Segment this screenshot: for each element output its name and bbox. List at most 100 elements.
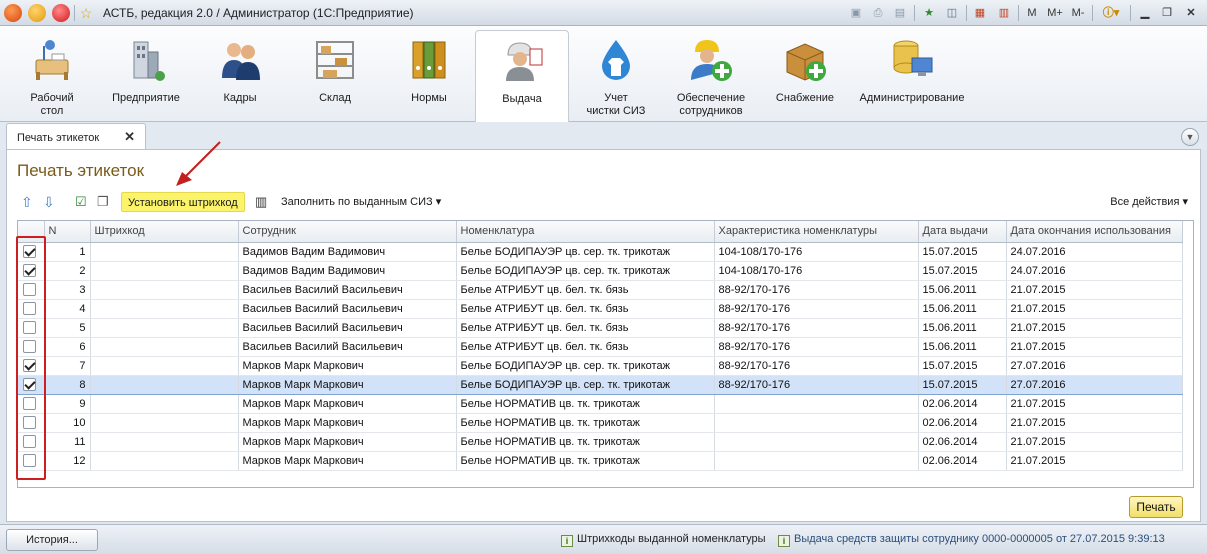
table-row[interactable]: 6 Васильев Василий Васильевич Белье АТРИБУ… (18, 337, 1183, 357)
cell-issue-date[interactable]: 02.06.2014 (918, 413, 1007, 433)
table-row[interactable]: 8 Марков Марк Маркович Белье БОДИПАУЭР цв.… (18, 374, 1183, 395)
cell-feature[interactable] (714, 394, 919, 414)
cell-issue-date[interactable]: 02.06.2014 (918, 394, 1007, 414)
cell-employee[interactable]: Марков Марк Маркович (238, 451, 457, 471)
all-actions-button[interactable]: Все действия ▾ (1110, 192, 1188, 212)
history-button[interactable]: История... (6, 529, 98, 551)
check-all-icon[interactable]: ☑ (75, 192, 91, 212)
dropdown-menu-icon[interactable] (28, 4, 46, 22)
save-icon[interactable]: ▣ (848, 4, 864, 22)
cell-barcode[interactable] (90, 356, 239, 376)
col-check[interactable] (18, 221, 45, 243)
cell-feature[interactable] (714, 413, 919, 433)
row-checkbox[interactable] (23, 435, 36, 448)
table-row[interactable]: 11 Марков Марк Маркович Белье НОРМАТИВ цв.… (18, 432, 1183, 452)
labels-table[interactable]: N Штрихкод Сотрудник Номенклатура Характ… (17, 220, 1194, 488)
row-checkbox-cell[interactable] (18, 318, 45, 338)
row-checkbox-cell[interactable] (18, 280, 45, 300)
cell-item[interactable]: Белье БОДИПАУЭР цв. сер. тк. трикотаж (456, 242, 715, 262)
row-checkbox[interactable] (23, 283, 36, 296)
cell-issue-date[interactable]: 15.06.2011 (918, 280, 1007, 300)
row-checkbox-cell[interactable] (18, 242, 45, 262)
cell-feature[interactable]: 88-92/170-176 (714, 356, 919, 376)
section-personnel[interactable]: Кадры (202, 30, 278, 120)
section-enterprise[interactable]: Предприятие (108, 30, 184, 120)
section-staff-supply[interactable]: Обеспечение сотрудников (670, 30, 752, 120)
col-employee[interactable]: Сотрудник (238, 221, 457, 243)
cell-n[interactable]: 11 (44, 432, 91, 452)
cell-employee[interactable]: Вадимов Вадим Вадимович (238, 242, 457, 262)
tabs-menu-chevron-icon[interactable]: ▼ (1181, 128, 1199, 146)
memory-plus-button[interactable]: M+ (1044, 4, 1066, 22)
cell-issue-date[interactable]: 15.07.2015 (918, 356, 1007, 376)
table-row[interactable]: 4 Васильев Василий Васильевич Белье АТРИБУ… (18, 299, 1183, 319)
cell-barcode[interactable] (90, 242, 239, 262)
memory-button[interactable]: M (1024, 4, 1040, 22)
preview-icon[interactable]: ▤ (892, 4, 908, 22)
cell-issue-date[interactable]: 15.07.2015 (918, 374, 1007, 395)
row-checkbox[interactable] (23, 245, 36, 258)
table-row[interactable]: 12 Марков Марк Маркович Белье НОРМАТИВ цв.… (18, 451, 1183, 471)
cell-item[interactable]: Белье НОРМАТИВ цв. тк. трикотаж (456, 413, 715, 433)
col-item[interactable]: Номенклатура (456, 221, 715, 243)
cell-item[interactable]: Белье НОРМАТИВ цв. тк. трикотаж (456, 394, 715, 414)
col-end-date[interactable]: Дата окончания использования (1006, 221, 1183, 243)
row-checkbox[interactable] (23, 321, 36, 334)
cell-feature[interactable]: 88-92/170-176 (714, 374, 919, 395)
cell-barcode[interactable] (90, 280, 239, 300)
cell-employee[interactable]: Васильев Василий Васильевич (238, 299, 457, 319)
tab-close-icon[interactable]: ✕ (124, 129, 135, 145)
table-row[interactable]: 7 Марков Марк Маркович Белье БОДИПАУЭР цв.… (18, 356, 1183, 376)
status-link-document[interactable]: i Выдача средств защиты сотруднику 0000-0… (778, 533, 1165, 547)
row-checkbox[interactable] (23, 264, 36, 277)
cell-issue-date[interactable]: 02.06.2014 (918, 432, 1007, 452)
cell-end-date[interactable]: 21.07.2015 (1006, 318, 1183, 338)
cell-feature[interactable] (714, 451, 919, 471)
favorites-star-icon[interactable]: ☆ (78, 4, 94, 22)
close-app-icon[interactable] (52, 4, 70, 22)
row-checkbox[interactable] (23, 416, 36, 429)
cell-end-date[interactable]: 21.07.2015 (1006, 432, 1183, 452)
uncheck-all-icon[interactable]: ❐ (97, 192, 113, 212)
history-icon[interactable]: ◫ (944, 4, 960, 22)
cell-end-date[interactable]: 24.07.2016 (1006, 242, 1183, 262)
row-checkbox[interactable] (23, 359, 36, 372)
tab-print-labels[interactable]: Печать этикеток ✕ (6, 123, 146, 151)
cell-n[interactable]: 4 (44, 299, 91, 319)
row-checkbox-cell[interactable] (18, 261, 45, 281)
cell-n[interactable]: 10 (44, 413, 91, 433)
move-up-icon[interactable]: ⇧ (21, 192, 37, 212)
cell-employee[interactable]: Марков Марк Маркович (238, 413, 457, 433)
table-row[interactable]: 1 Вадимов Вадим Вадимович Белье БОДИПАУЭР … (18, 242, 1183, 262)
cell-feature[interactable]: 88-92/170-176 (714, 280, 919, 300)
row-checkbox-cell[interactable] (18, 337, 45, 357)
col-feature[interactable]: Характеристика номенклатуры (714, 221, 919, 243)
app-logo-icon[interactable] (4, 4, 22, 22)
col-barcode[interactable]: Штрихкод (90, 221, 239, 243)
cell-feature[interactable]: 104-108/170-176 (714, 242, 919, 262)
cell-item[interactable]: Белье НОРМАТИВ цв. тк. трикотаж (456, 451, 715, 471)
cell-employee[interactable]: Марков Марк Маркович (238, 374, 457, 395)
cell-barcode[interactable] (90, 394, 239, 414)
close-icon[interactable]: ✕ (1184, 4, 1198, 22)
section-warehouse[interactable]: Склад (298, 30, 372, 120)
row-checkbox[interactable] (23, 302, 36, 315)
cell-employee[interactable]: Васильев Василий Васильевич (238, 337, 457, 357)
cell-item[interactable]: Белье БОДИПАУЭР цв. сер. тк. трикотаж (456, 356, 715, 376)
cell-barcode[interactable] (90, 374, 239, 395)
section-procurement[interactable]: Снабжение (766, 30, 844, 120)
cell-n[interactable]: 5 (44, 318, 91, 338)
cell-n[interactable]: 2 (44, 261, 91, 281)
row-checkbox-cell[interactable] (18, 451, 45, 471)
minimize-icon[interactable]: ▁ (1138, 4, 1152, 22)
section-issue[interactable]: Выдача (475, 30, 569, 124)
cell-item[interactable]: Белье БОДИПАУЭР цв. сер. тк. трикотаж (456, 374, 715, 395)
cell-item[interactable]: Белье АТРИБУТ цв. бел. тк. бязь (456, 337, 715, 357)
cell-n[interactable]: 8 (44, 374, 91, 395)
table-row[interactable]: 5 Васильев Василий Васильевич Белье АТРИБУ… (18, 318, 1183, 338)
cell-issue-date[interactable]: 15.07.2015 (918, 242, 1007, 262)
cell-issue-date[interactable]: 15.07.2015 (918, 261, 1007, 281)
cell-employee[interactable]: Васильев Василий Васильевич (238, 318, 457, 338)
barcode-icon[interactable]: ▥ (255, 192, 271, 212)
cell-n[interactable]: 3 (44, 280, 91, 300)
